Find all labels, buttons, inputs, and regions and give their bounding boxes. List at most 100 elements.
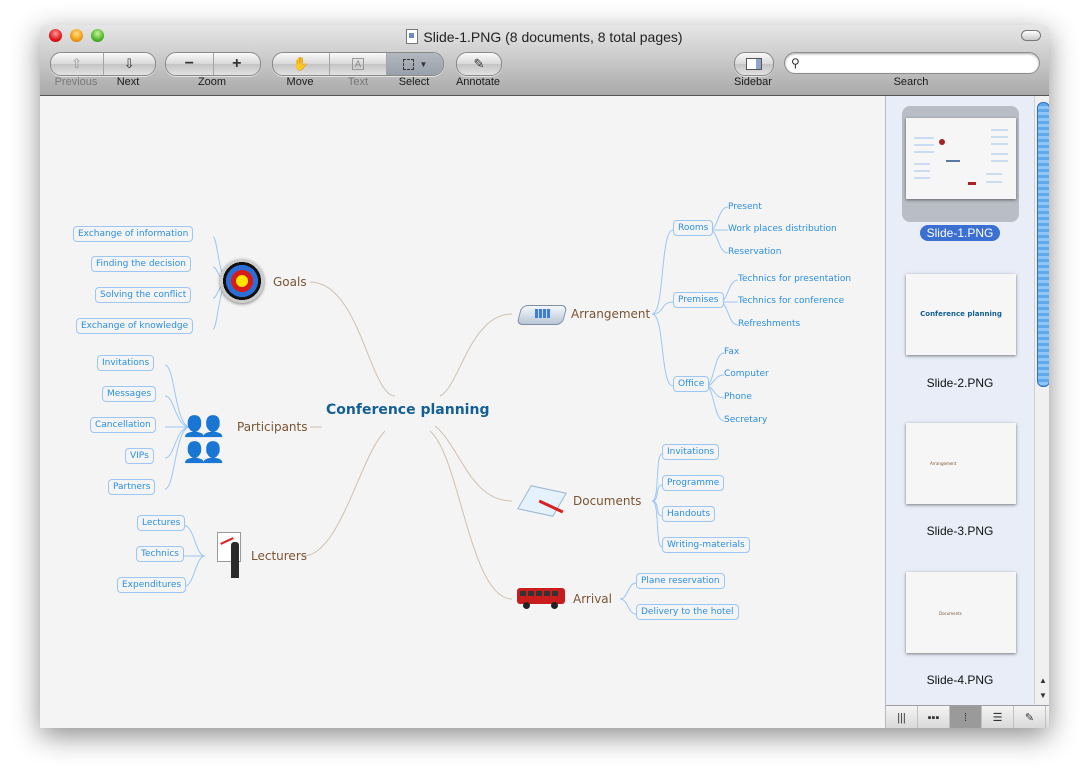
thumbnail-preview-text-slide-3: Arrangement — [930, 461, 957, 466]
text-tool-icon: A — [351, 58, 364, 70]
branch-participants[interactable]: Participants — [237, 420, 308, 434]
sidebar-icon — [735, 53, 773, 75]
scrollbar-thumb[interactable] — [1037, 102, 1049, 387]
single-view-icon[interactable]: ⁞ — [950, 706, 982, 728]
hand-icon: ✋ — [292, 56, 310, 71]
search-field[interactable]: ⚲ — [784, 52, 1040, 74]
leaf-technics-for-conference[interactable]: Technics for conference — [738, 296, 844, 306]
branch-goals[interactable]: Goals — [273, 275, 307, 289]
search-label: Search — [893, 76, 929, 88]
node-plane-reservation[interactable]: Plane reservation — [636, 573, 725, 589]
leaf-technics-for-presentation[interactable]: Technics for presentation — [738, 274, 851, 284]
node-messages[interactable]: Messages — [102, 386, 157, 402]
thumbnail-slide-2[interactable]: Conference planning — [906, 274, 1016, 355]
next-label: Next — [116, 76, 140, 88]
mindmap-center-topic[interactable]: Conference planning — [326, 402, 489, 418]
leaf-phone[interactable]: Phone — [724, 392, 752, 402]
leaf-fax[interactable]: Fax — [724, 347, 739, 357]
node-writing-materials[interactable]: Writing-materials — [662, 537, 750, 553]
columns-view-icon[interactable]: ||| — [886, 706, 918, 728]
select-label: Select — [398, 76, 430, 88]
node-lectures[interactable]: Lectures — [137, 515, 186, 531]
previous-label: Previous — [54, 76, 98, 88]
node-cancellation[interactable]: Cancellation — [90, 417, 156, 433]
thumbnail-label-slide-3[interactable]: Slide-3.PNG — [886, 524, 1034, 538]
thumbnail-label-slide-2[interactable]: Slide-2.PNG — [886, 376, 1034, 390]
pencil-icon: ✎ — [473, 56, 485, 71]
thumbnail-slide-1[interactable] — [906, 118, 1016, 199]
node-invitations[interactable]: Invitations — [97, 355, 155, 371]
thumbnail-slide-4[interactable]: Documents — [906, 572, 1016, 653]
text-tool-button[interactable]: A — [330, 53, 387, 75]
toolbar: Slide-1.PNG (8 documents, 8 total pages)… — [40, 25, 1049, 96]
node-rooms[interactable]: Rooms — [673, 220, 714, 236]
arrow-up-icon: ⇧ — [71, 56, 83, 71]
node-finding-the-decision[interactable]: Finding the decision — [91, 256, 191, 272]
trunk-documents — [434, 425, 513, 502]
preview-window: Slide-1.PNG (8 documents, 8 total pages)… — [40, 25, 1049, 728]
leaf-refreshments[interactable]: Refreshments — [738, 319, 800, 329]
marquee-select-icon — [402, 58, 414, 70]
annotate-button[interactable]: ✎ — [456, 52, 502, 76]
node-handouts[interactable]: Handouts — [662, 506, 716, 522]
sidebar-label: Sidebar — [734, 76, 772, 88]
tool-mode-group: ✋ A ▼ — [272, 52, 444, 76]
node-programme[interactable]: Programme — [662, 475, 725, 491]
plus-icon: + — [232, 55, 242, 72]
thumbnail-label-slide-1[interactable]: Slide-1.PNG — [886, 225, 1034, 241]
node-vips[interactable]: VIPs — [125, 448, 154, 464]
trunk-arrangement — [439, 313, 513, 397]
people-icon: 👤👤👤👤 — [182, 416, 226, 464]
next-button[interactable]: ⇩ — [104, 53, 156, 75]
presenter-icon — [217, 532, 243, 578]
zoom-in-button[interactable]: + — [214, 53, 261, 75]
document-icon — [406, 29, 419, 44]
node-exchange-of-knowledge[interactable]: Exchange of knowledge — [76, 318, 194, 334]
branch-documents[interactable]: Documents — [573, 494, 641, 508]
sidebar-scrollbar[interactable]: ▲ ▼ — [1034, 96, 1049, 704]
node-delivery-to-the-hotel[interactable]: Delivery to the hotel — [636, 604, 739, 620]
node-expenditures[interactable]: Expenditures — [117, 577, 187, 593]
list-view-icon[interactable]: ☰ — [982, 706, 1014, 728]
leaf-reservation[interactable]: Reservation — [728, 247, 781, 257]
thumbnail-preview-slide-1 — [914, 129, 1008, 185]
thumbnail-label-slide-4[interactable]: Slide-4.PNG — [886, 673, 1034, 687]
window-title: Slide-1.PNG (8 documents, 8 total pages) — [40, 27, 1049, 47]
select-tool-button[interactable]: ▼ — [387, 53, 443, 75]
zoom-out-button[interactable]: − — [166, 53, 214, 75]
leaf-secretary[interactable]: Secretary — [724, 415, 767, 425]
document-canvas[interactable]: Conference planning Goals Exchange of in… — [40, 96, 885, 728]
minus-icon: − — [184, 55, 194, 72]
leaf-present[interactable]: Present — [728, 202, 762, 212]
branch-arrangement[interactable]: Arrangement — [571, 307, 650, 321]
node-technics[interactable]: Technics — [136, 546, 184, 562]
sidebar-view-bar: ||| ▪▪▪ ⁞ ☰ ✎ — [886, 705, 1049, 728]
scroll-down-arrow[interactable]: ▼ — [1035, 689, 1049, 703]
thumbnail-preview-text-slide-4: Documents — [939, 611, 962, 616]
move-tool-button[interactable]: ✋ — [273, 53, 330, 75]
scroll-up-arrow[interactable]: ▲ — [1035, 674, 1049, 688]
arrow-down-icon: ⇩ — [123, 56, 135, 71]
toolbar-toggle-button[interactable] — [1021, 30, 1041, 41]
branch-lecturers[interactable]: Lecturers — [251, 549, 307, 563]
search-input[interactable] — [807, 54, 1036, 72]
chevron-down-icon: ▼ — [419, 59, 428, 69]
node-doc-invitations[interactable]: Invitations — [662, 444, 720, 460]
thumbnail-slide-3[interactable]: Arrangement — [906, 423, 1016, 504]
node-solving-the-conflict[interactable]: Solving the conflict — [95, 287, 192, 303]
node-office[interactable]: Office — [673, 376, 710, 392]
node-partners[interactable]: Partners — [108, 479, 156, 495]
annotate-view-icon[interactable]: ✎ — [1014, 706, 1046, 728]
text-label: Text — [347, 76, 369, 88]
node-premises[interactable]: Premises — [673, 292, 724, 308]
leaf-work-places-distribution[interactable]: Work places distribution — [728, 224, 837, 234]
leaf-computer[interactable]: Computer — [724, 369, 769, 379]
previous-button[interactable]: ⇧ — [51, 53, 104, 75]
branch-arrival[interactable]: Arrival — [573, 592, 612, 606]
node-exchange-of-information[interactable]: Exchange of information — [73, 226, 194, 242]
grid-view-icon[interactable]: ▪▪▪ — [918, 706, 950, 728]
trunk-goals — [309, 281, 396, 397]
trunk-arrival — [429, 430, 513, 600]
sidebar-button[interactable] — [734, 52, 774, 76]
prev-next-group: ⇧ ⇩ — [50, 52, 156, 76]
